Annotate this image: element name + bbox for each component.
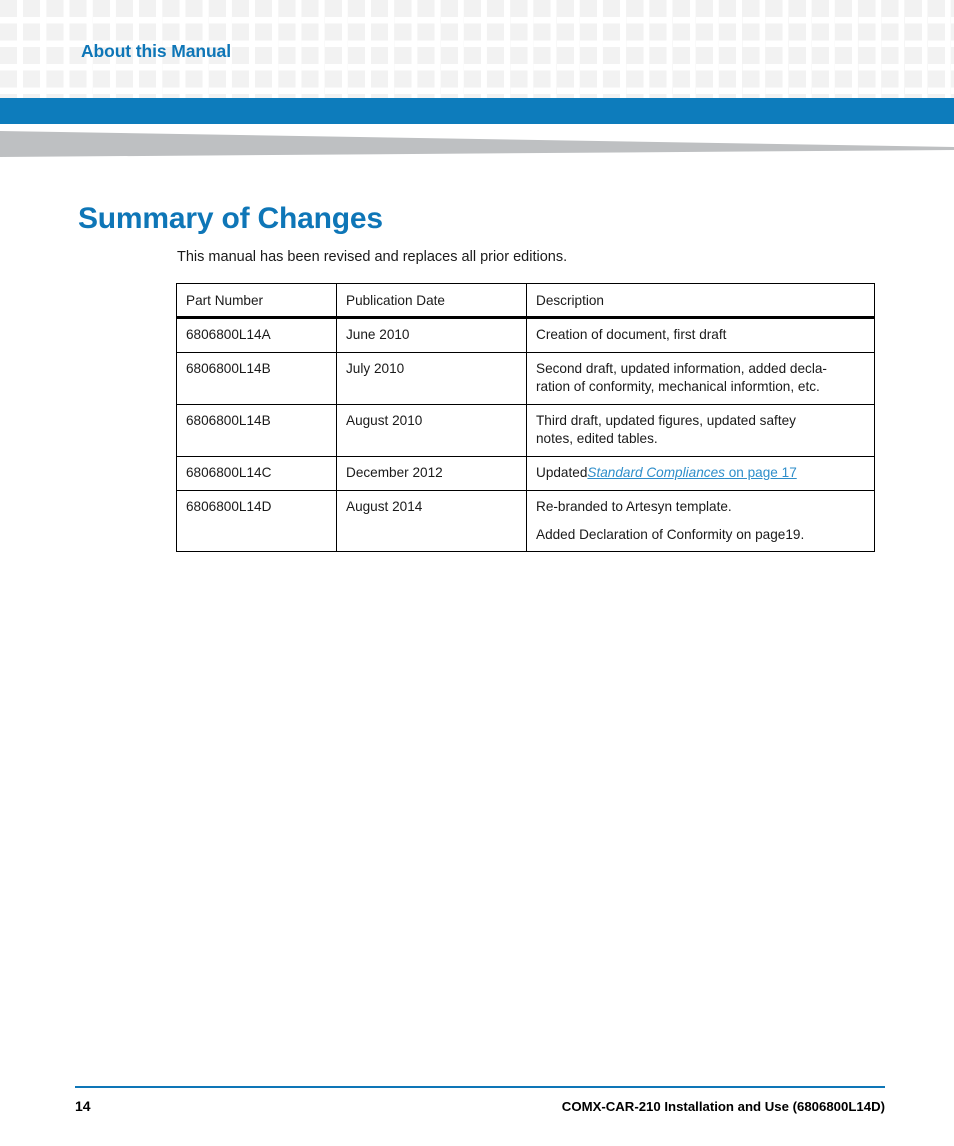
table-row: 6806800L14B July 2010 Second draft, upda…	[176, 351, 875, 405]
table-header-row: Part Number Publication Date Description	[176, 283, 875, 319]
description-line: Third draft, updated figures, updated sa…	[536, 412, 796, 428]
table-row: 6806800L14A June 2010 Creation of docume…	[176, 316, 875, 353]
intro-paragraph: This manual has been revised and replace…	[177, 248, 568, 265]
cell-description: UpdatedStandard Compliances on page 17	[526, 455, 875, 491]
table-row: 6806800L14D August 2014 Re-branded to Ar…	[176, 489, 875, 553]
header-blue-bar	[0, 98, 954, 124]
cell-part-number: 6806800L14B	[176, 351, 337, 405]
cell-description: Second draft, updated information, added…	[526, 351, 875, 405]
cell-description: Creation of document, first draft	[526, 316, 875, 353]
footer-divider	[75, 1086, 885, 1088]
header-gray-wedge	[0, 131, 954, 159]
cell-publication-date: August 2010	[336, 403, 527, 457]
page-footer: 14 COMX-CAR-210 Installation and Use (68…	[0, 1086, 954, 1146]
page-header: About this Manual	[0, 0, 954, 98]
cell-part-number: 6806800L14B	[176, 403, 337, 457]
description-line: Added Declaration of Conformity on page1…	[536, 526, 805, 542]
cell-publication-date: July 2010	[336, 351, 527, 405]
description-line: Second draft, updated information, added…	[536, 360, 827, 376]
cell-publication-date: June 2010	[336, 316, 527, 353]
cell-publication-date: August 2014	[336, 489, 527, 553]
cell-part-number: 6806800L14A	[176, 316, 337, 353]
description-text-prefix: Updated	[536, 464, 588, 480]
cell-description: Third draft, updated figures, updated sa…	[526, 403, 875, 457]
column-header-description: Description	[526, 283, 875, 319]
page-title: Summary of Changes	[78, 202, 383, 236]
cross-reference-page-link[interactable]: on page 17	[725, 465, 797, 480]
description-line: UpdatedStandard Compliances on page 17	[536, 464, 865, 482]
summary-of-changes-table: Part Number Publication Date Description…	[176, 283, 875, 553]
table-row: 6806800L14B August 2010 Third draft, upd…	[176, 403, 875, 457]
page-number: 14	[75, 1098, 91, 1114]
cell-part-number: 6806800L14D	[176, 489, 337, 553]
cell-publication-date: December 2012	[336, 455, 527, 491]
cell-description: Re-branded to Artesyn template. Added De…	[526, 489, 875, 553]
description-line: notes, edited tables.	[536, 430, 658, 446]
column-header-part-number: Part Number	[176, 283, 337, 319]
footer-document-title: COMX-CAR-210 Installation and Use (68068…	[561, 1099, 885, 1114]
description-line: ration of conformity, mechanical informt…	[536, 378, 820, 394]
table-row: 6806800L14C December 2012 UpdatedStandar…	[176, 455, 875, 491]
column-header-publication-date: Publication Date	[336, 283, 527, 319]
cell-part-number: 6806800L14C	[176, 455, 337, 491]
cross-reference-link[interactable]: Standard Compliances	[587, 465, 725, 480]
description-line: Re-branded to Artesyn template.	[536, 498, 732, 514]
description-line: Creation of document, first draft	[536, 326, 727, 342]
running-head: About this Manual	[81, 41, 231, 61]
